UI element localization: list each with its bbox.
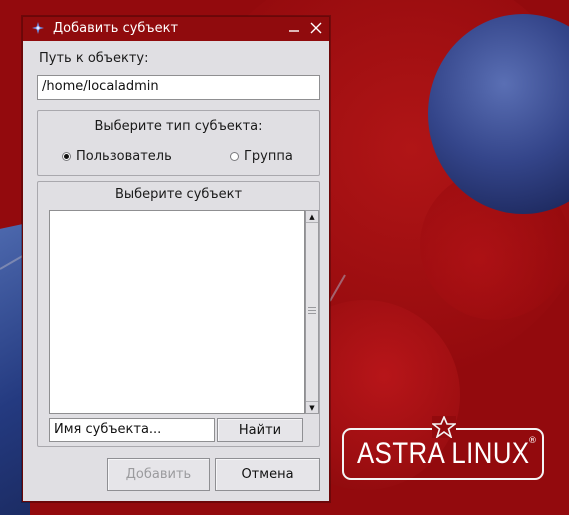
minimize-icon — [289, 30, 299, 32]
scroll-down-icon[interactable]: ▼ — [306, 401, 318, 413]
app-icon — [32, 22, 44, 34]
add-button[interactable]: Добавить — [107, 458, 210, 491]
close-button[interactable] — [307, 19, 325, 37]
subject-select-group: Выберите субъект ▲ ▼ Имя субъекта... Най… — [37, 181, 320, 447]
radio-unchecked-icon — [230, 152, 239, 161]
scroll-up-icon[interactable]: ▲ — [306, 211, 318, 223]
scroll-grip[interactable] — [308, 307, 316, 316]
subject-select-heading: Выберите субъект — [114, 187, 243, 202]
cancel-button[interactable]: Отмена — [215, 458, 320, 491]
path-label: Путь к объекту: — [39, 51, 149, 66]
subject-list-scrollbar[interactable]: ▲ ▼ — [305, 210, 319, 414]
logo-text: ASTRA LINUX — [356, 437, 530, 470]
subject-list[interactable] — [49, 210, 305, 414]
add-subject-dialog: Добавить субъект Путь к объекту: /home/l… — [22, 16, 330, 502]
find-button[interactable]: Найти — [217, 418, 303, 442]
registered-mark: ® — [528, 436, 537, 446]
window-title: Добавить субъект — [53, 21, 179, 36]
title-bar[interactable]: Добавить субъект — [23, 17, 329, 41]
radio-group[interactable]: Группа — [230, 149, 293, 164]
subject-type-heading: Выберите тип субъекта: — [94, 119, 263, 134]
radio-user[interactable]: Пользователь — [62, 149, 172, 164]
astra-linux-logo: ASTRA LINUX ® — [342, 416, 544, 480]
minimize-button[interactable] — [285, 19, 303, 37]
radio-checked-icon — [62, 152, 71, 161]
subject-type-group: Выберите тип субъекта: Пользователь Груп… — [37, 110, 320, 176]
path-field[interactable]: /home/localadmin — [37, 75, 320, 100]
radio-user-label: Пользователь — [76, 149, 172, 164]
radio-group-label: Группа — [244, 149, 293, 164]
star-icon — [432, 416, 456, 438]
subject-name-input[interactable]: Имя субъекта... — [49, 418, 215, 442]
close-icon — [310, 22, 322, 34]
